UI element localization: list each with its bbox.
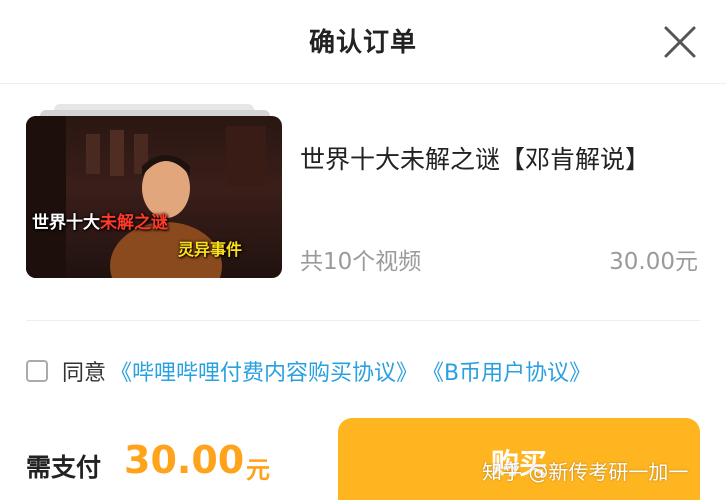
item-title: 世界十大未解之谜【邓肯解说】	[300, 145, 651, 174]
bcoin-agreement-link[interactable]: 《B币用户协议》	[422, 355, 591, 387]
agreement-label: 同意	[62, 361, 107, 386]
thumbnail-caption-sub: 灵异事件	[178, 240, 243, 259]
order-item: 世界十大未解之谜 灵异事件 世界十大未解之谜【邓肯解说】 共10个视频 30.0…	[0, 84, 726, 320]
item-price: 30.00元	[609, 249, 698, 275]
purchase-agreement-link[interactable]: 《哔哩哔哩付费内容购买协议》	[110, 355, 418, 387]
thumbnail-scene	[26, 116, 266, 278]
agreement-checkbox[interactable]	[26, 360, 48, 382]
payment-unit: 元	[246, 456, 270, 484]
thumbnail-caption-main: 世界十大未解之谜	[32, 213, 168, 233]
payment-amount: 30.00	[124, 438, 245, 482]
divider	[26, 320, 700, 321]
payment-label: 需支付	[26, 453, 102, 482]
page-title: 确认订单	[308, 28, 417, 58]
header-bar: 确认订单	[0, 0, 726, 84]
watermark: 知乎 @新传考研一加一	[482, 460, 689, 484]
video-count: 共10个视频	[300, 249, 422, 275]
video-thumbnail: 世界十大未解之谜 灵异事件	[26, 116, 282, 278]
close-icon[interactable]	[660, 22, 700, 62]
thumbnail-stack: 世界十大未解之谜 灵异事件	[26, 104, 282, 278]
agreement-row: 同意 《哔哩哔哩付费内容购买协议》 《B币用户协议》	[26, 356, 591, 386]
